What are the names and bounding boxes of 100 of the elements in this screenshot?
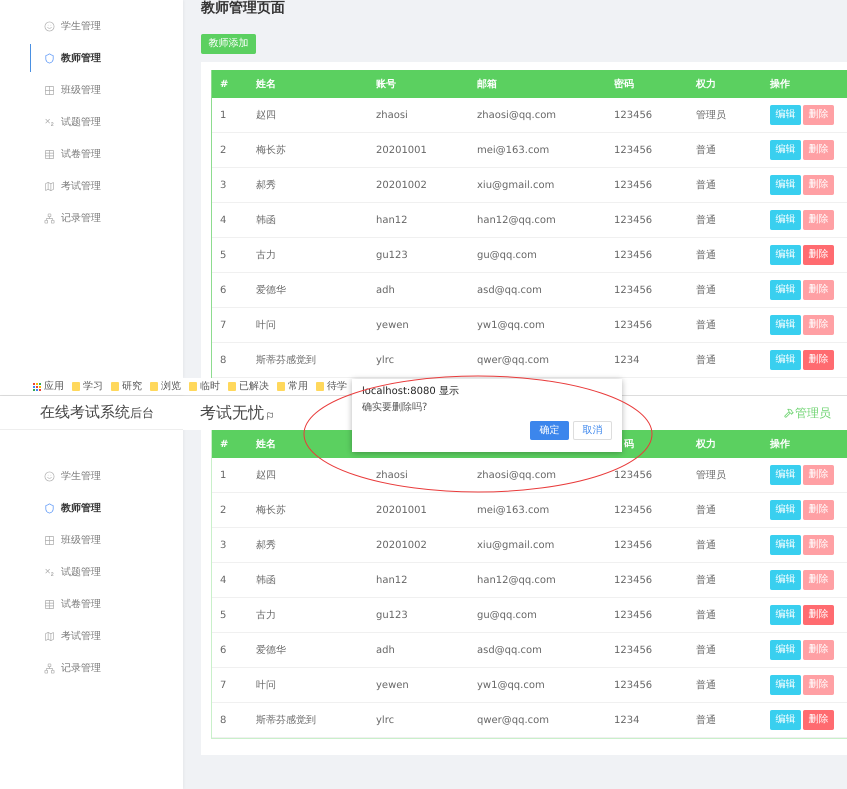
table-cell-text: 普通 bbox=[695, 538, 717, 552]
delete-button[interactable]: 删除 bbox=[803, 315, 834, 335]
edit-button[interactable]: 编辑 bbox=[770, 640, 801, 660]
edit-button[interactable]: 编辑 bbox=[770, 675, 801, 695]
bookmark[interactable]: 研究 bbox=[111, 382, 142, 392]
column-header: 权力 bbox=[694, 78, 717, 92]
bookmark[interactable]: 浏览 bbox=[150, 382, 181, 392]
table-cell-text: 3 bbox=[219, 178, 228, 192]
delete-button[interactable]: 删除 bbox=[803, 570, 834, 590]
table-cell-text: 123456 bbox=[613, 608, 654, 622]
table-cell-text: 20201002 bbox=[375, 178, 428, 192]
table-cell-text: 5 bbox=[219, 608, 228, 622]
table-cell-text: 3 bbox=[219, 538, 228, 552]
bookmark[interactable]: 临时 bbox=[189, 382, 220, 392]
delete-button[interactable]: 删除 bbox=[803, 500, 834, 520]
edit-button[interactable]: 编辑 bbox=[770, 175, 801, 195]
table-cell-text: gu@qq.com bbox=[476, 248, 538, 262]
sidebar-item[interactable]: 班级管理 bbox=[0, 524, 183, 556]
delete-button[interactable]: 删除 bbox=[803, 175, 834, 195]
delete-button[interactable]: 删除 bbox=[803, 535, 834, 555]
folder-icon bbox=[189, 382, 197, 391]
edit-button[interactable]: 编辑 bbox=[770, 535, 801, 555]
folder-icon bbox=[316, 382, 324, 391]
dialog-title: localhost:8080 显示 bbox=[362, 386, 460, 398]
sidebar-item[interactable]: 教师管理 bbox=[0, 492, 183, 524]
table-cell-text: 1234 bbox=[613, 714, 640, 728]
delete-button[interactable]: 删除 bbox=[803, 350, 834, 370]
column-header: # bbox=[219, 438, 230, 452]
table-cell-text: 管理员 bbox=[695, 468, 727, 482]
table-cell-text: 普通 bbox=[695, 144, 717, 158]
bookmark[interactable]: 常用 bbox=[277, 382, 308, 392]
user-link[interactable]: 管理员 bbox=[784, 404, 831, 422]
table-cell-text: han12 bbox=[375, 214, 409, 228]
delete-button[interactable]: 删除 bbox=[803, 245, 834, 265]
delete-button[interactable]: 删除 bbox=[803, 675, 834, 695]
table-cell-text: 123456 bbox=[613, 678, 654, 692]
sidebar-item[interactable]: 学生管理 bbox=[0, 10, 183, 42]
delete-button[interactable]: 删除 bbox=[803, 210, 834, 230]
sidebar-item[interactable]: 班级管理 bbox=[0, 74, 183, 106]
edit-button[interactable]: 编辑 bbox=[770, 315, 801, 335]
bookmark[interactable]: 学习 bbox=[72, 382, 103, 392]
delete-button[interactable]: 删除 bbox=[803, 465, 834, 485]
table-cell-text: 斯蒂芬感觉到 bbox=[255, 714, 317, 728]
table-cell-text: ylrc bbox=[375, 354, 396, 368]
column-header: 操作 bbox=[768, 438, 791, 452]
table-cell-text: 赵四 bbox=[255, 108, 277, 122]
table-cell-text: 5 bbox=[219, 248, 228, 262]
sidebar-item[interactable]: 试题管理 bbox=[0, 556, 183, 588]
edit-button[interactable]: 编辑 bbox=[770, 350, 801, 370]
delete-button[interactable]: 删除 bbox=[803, 140, 834, 160]
table-cell-text: 123456 bbox=[613, 108, 654, 122]
bookmark[interactable]: 待学 bbox=[316, 382, 347, 392]
edit-button[interactable]: 编辑 bbox=[770, 710, 801, 730]
table-cell-text: 123456 bbox=[613, 468, 654, 482]
table-cell-text: yewen bbox=[375, 678, 410, 692]
header-title: 考试无忧 bbox=[200, 402, 264, 424]
edit-button[interactable]: 编辑 bbox=[770, 605, 801, 625]
sidebar-item[interactable]: 试题管理 bbox=[0, 106, 183, 138]
table-cell-text: xiu@gmail.com bbox=[476, 178, 556, 192]
edit-button[interactable]: 编辑 bbox=[770, 140, 801, 160]
sidebar-item[interactable]: 记录管理 bbox=[0, 202, 183, 234]
sidebar-item[interactable]: 学生管理 bbox=[0, 460, 183, 492]
table-cell-text: 123456 bbox=[613, 214, 654, 228]
delete-button[interactable]: 删除 bbox=[803, 710, 834, 730]
confirm-button[interactable]: 确定 bbox=[530, 421, 569, 440]
cancel-button[interactable]: 取消 bbox=[573, 421, 612, 440]
delete-button[interactable]: 删除 bbox=[803, 605, 834, 625]
sidebar-item[interactable]: 考试管理 bbox=[0, 170, 183, 202]
smile-icon bbox=[44, 470, 55, 482]
edit-button[interactable]: 编辑 bbox=[770, 570, 801, 590]
sidebar-item[interactable]: 考试管理 bbox=[0, 620, 183, 652]
add-teacher-button[interactable]: 教师添加 bbox=[201, 34, 256, 54]
delete-button[interactable]: 删除 bbox=[803, 280, 834, 300]
folder-icon bbox=[111, 382, 119, 391]
table-cell-text: 普通 bbox=[695, 318, 717, 332]
bookmark[interactable]: 应用 bbox=[33, 382, 64, 392]
edit-button[interactable]: 编辑 bbox=[770, 245, 801, 265]
edit-button[interactable]: 编辑 bbox=[770, 210, 801, 230]
table-cell-text: 2 bbox=[219, 144, 228, 158]
table-cell-text: 古力 bbox=[255, 608, 277, 622]
table-icon bbox=[44, 148, 55, 160]
table-cell-text: qwer@qq.com bbox=[476, 714, 550, 728]
edit-button[interactable]: 编辑 bbox=[770, 105, 801, 125]
table-cell-text: 123456 bbox=[613, 538, 654, 552]
bookmark[interactable]: 已解决 bbox=[228, 382, 269, 392]
table-cell-text: 7 bbox=[219, 678, 228, 692]
column-header: 码 bbox=[622, 438, 635, 452]
edit-button[interactable]: 编辑 bbox=[770, 280, 801, 300]
sidebar-item[interactable]: 记录管理 bbox=[0, 652, 183, 684]
hierarchy-icon bbox=[44, 662, 55, 674]
column-header: # bbox=[219, 78, 230, 92]
flag-icon bbox=[266, 412, 274, 420]
sidebar-item[interactable]: 教师管理 bbox=[0, 42, 183, 74]
sidebar-item[interactable]: 试卷管理 bbox=[0, 588, 183, 620]
delete-button[interactable]: 删除 bbox=[803, 640, 834, 660]
edit-button[interactable]: 编辑 bbox=[770, 465, 801, 485]
edit-button[interactable]: 编辑 bbox=[770, 500, 801, 520]
delete-button[interactable]: 删除 bbox=[803, 105, 834, 125]
table-cell-text: adh bbox=[375, 284, 396, 298]
sidebar-item[interactable]: 试卷管理 bbox=[0, 138, 183, 170]
